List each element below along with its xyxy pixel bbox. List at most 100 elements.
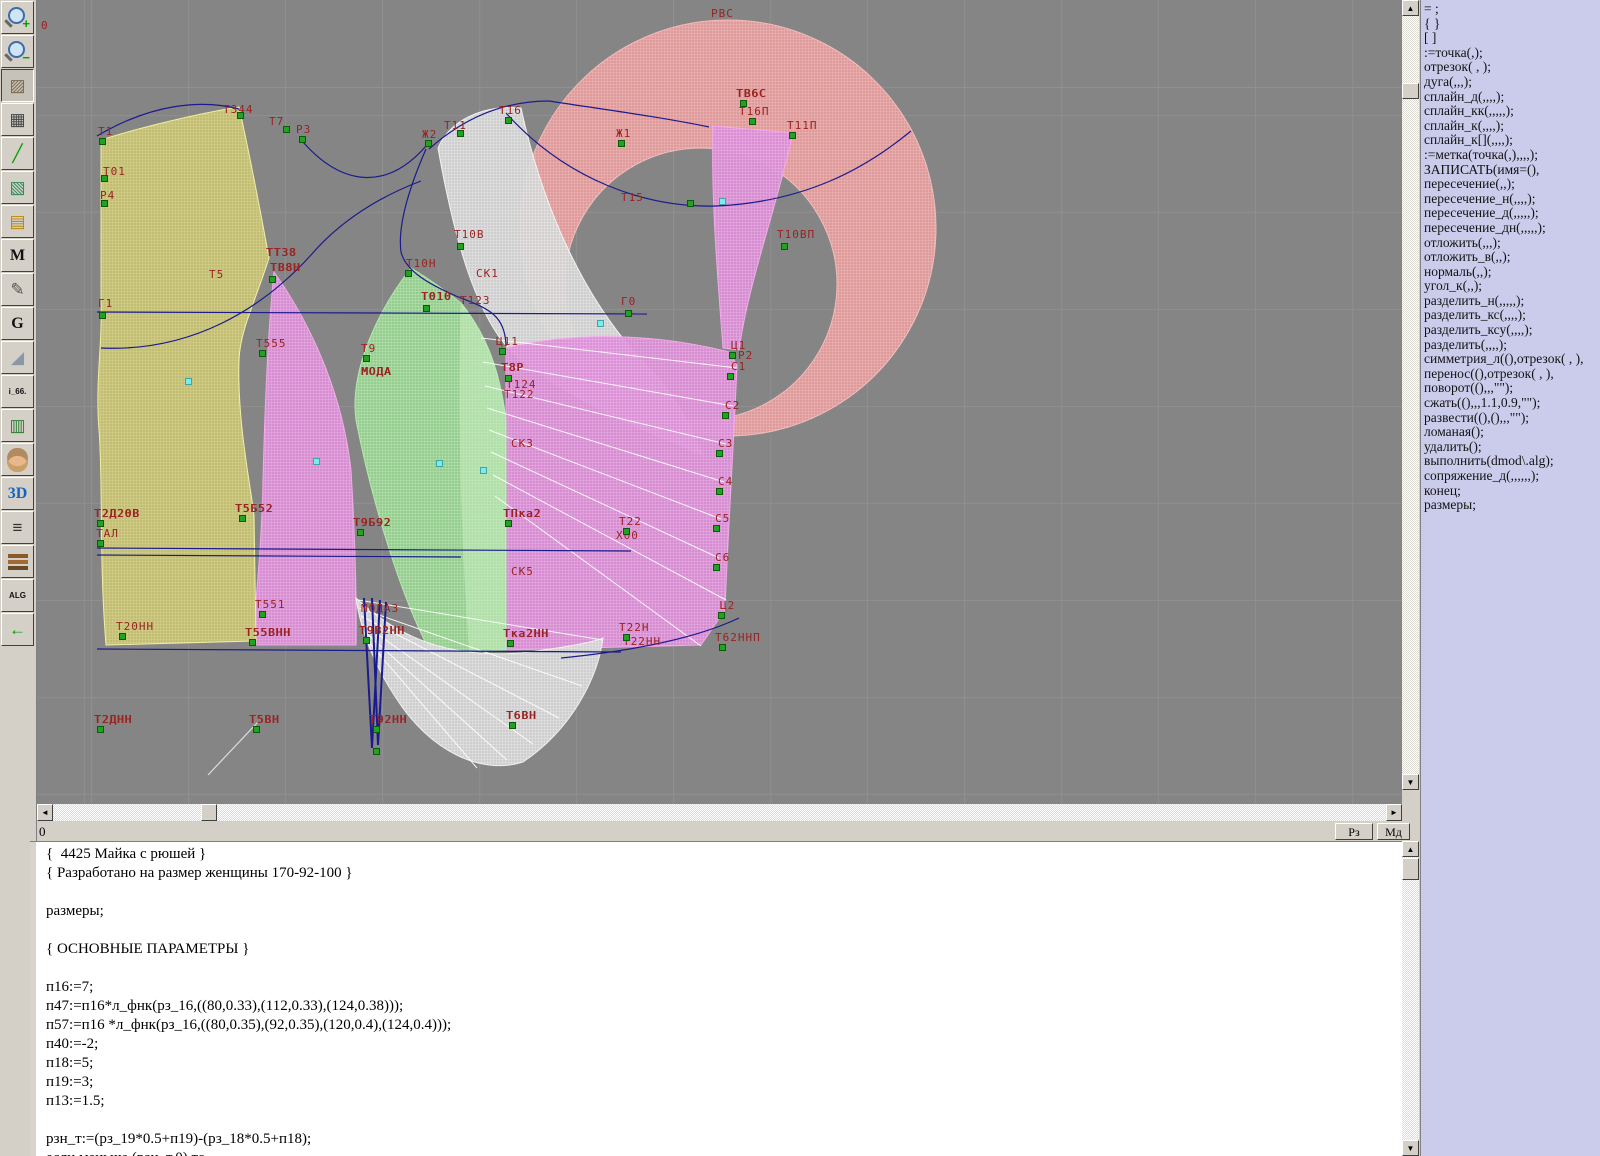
spreadsheet-icon[interactable]: ▥ <box>1 409 34 442</box>
command-item[interactable]: :=метка(точка(,),,,,); <box>1424 148 1584 163</box>
point-marker[interactable] <box>457 243 464 250</box>
selected-point-marker[interactable] <box>597 320 604 327</box>
point-marker[interactable] <box>299 136 306 143</box>
selected-point-marker[interactable] <box>313 458 320 465</box>
point-marker[interactable] <box>719 644 726 651</box>
canvas-hscrollbar[interactable]: ◄ ► <box>37 804 1402 821</box>
command-item[interactable]: разделить(,,,,); <box>1424 338 1584 353</box>
drafting-tools-icon[interactable]: ✎ <box>1 273 34 306</box>
point-marker[interactable] <box>623 634 630 641</box>
command-item[interactable]: сопряжение_д(,,,,,,); <box>1424 469 1584 484</box>
point-marker[interactable] <box>269 276 276 283</box>
point-marker[interactable] <box>249 639 256 646</box>
scroll-down-icon[interactable]: ▼ <box>1402 774 1419 790</box>
i66-icon[interactable]: i_66. <box>1 375 34 408</box>
point-marker[interactable] <box>789 132 796 139</box>
command-item[interactable]: симметрия_л((),отрезок( , ), <box>1424 352 1584 367</box>
point-marker[interactable] <box>99 312 106 319</box>
point-marker[interactable] <box>97 726 104 733</box>
command-item[interactable]: сжать((),,,1.1,0.9,""); <box>1424 396 1584 411</box>
point-marker[interactable] <box>253 726 260 733</box>
point-marker[interactable] <box>101 200 108 207</box>
point-marker[interactable] <box>749 118 756 125</box>
point-marker[interactable] <box>505 520 512 527</box>
command-item[interactable]: = ; <box>1424 2 1584 17</box>
command-item[interactable]: размеры; <box>1424 498 1584 513</box>
point-marker[interactable] <box>259 350 266 357</box>
command-item[interactable]: [ ] <box>1424 31 1584 46</box>
measure-segment-icon[interactable]: ╱ <box>1 137 34 170</box>
point-marker[interactable] <box>618 140 625 147</box>
command-item[interactable]: отрезок( , ); <box>1424 60 1584 75</box>
command-item[interactable]: пересечение_н(,,,,); <box>1424 192 1584 207</box>
selected-point-marker[interactable] <box>480 467 487 474</box>
command-item[interactable]: отложить(,,,); <box>1424 236 1584 251</box>
zoom-out-icon[interactable]: − <box>1 35 34 68</box>
command-item[interactable]: дуга(,,,); <box>1424 75 1584 90</box>
point-marker[interactable] <box>97 540 104 547</box>
point-marker[interactable] <box>357 529 364 536</box>
image-icon[interactable]: ▧ <box>1 171 34 204</box>
exit-icon[interactable]: ← <box>1 613 34 646</box>
point-marker[interactable] <box>101 175 108 182</box>
point-marker[interactable] <box>687 200 694 207</box>
point-marker[interactable] <box>97 520 104 527</box>
command-item[interactable]: сплайн_к(,,,,); <box>1424 119 1584 134</box>
point-marker[interactable] <box>716 488 723 495</box>
point-marker[interactable] <box>119 633 126 640</box>
command-item[interactable]: разделить_кс(,,,,); <box>1424 308 1584 323</box>
point-marker[interactable] <box>625 310 632 317</box>
point-marker[interactable] <box>363 355 370 362</box>
command-item[interactable]: ломаная(); <box>1424 425 1584 440</box>
canvas-vscrollbar[interactable]: ▲ ▼ <box>1402 0 1419 790</box>
editor-vscrollbar[interactable]: ▲ ▼ <box>1402 841 1419 1156</box>
point-marker[interactable] <box>716 450 723 457</box>
command-item[interactable]: пересечение_д(,,,,,); <box>1424 206 1584 221</box>
command-item[interactable]: пересечение(,,); <box>1424 177 1584 192</box>
point-marker[interactable] <box>509 722 516 729</box>
m-letter-icon[interactable]: M <box>1 239 34 272</box>
command-item[interactable]: пересечение_дн(,,,,,); <box>1424 221 1584 236</box>
point-marker[interactable] <box>99 138 106 145</box>
command-item[interactable]: сплайн_к[](,,,,); <box>1424 133 1584 148</box>
point-marker[interactable] <box>237 112 244 119</box>
point-marker[interactable] <box>405 270 412 277</box>
point-marker[interactable] <box>283 126 290 133</box>
command-item[interactable]: поворот((),,,""); <box>1424 381 1584 396</box>
point-marker[interactable] <box>259 611 266 618</box>
point-marker[interactable] <box>373 726 380 733</box>
command-item[interactable]: выполнить(dmod\.alg); <box>1424 454 1584 469</box>
command-item[interactable]: нормаль(,,); <box>1424 265 1584 280</box>
command-item[interactable]: перенос((),отрезок( , ), <box>1424 367 1584 382</box>
drawing-canvas[interactable]: 0Т1Т01Р4Т344Т7Р3Ж2Т11Т16Ж1Т15РВСТВ6СТ16П… <box>37 0 1402 805</box>
threed-icon[interactable]: 3D <box>1 477 34 510</box>
command-item[interactable]: угол_к(,,); <box>1424 279 1584 294</box>
scroll-up-icon[interactable]: ▲ <box>1402 0 1419 16</box>
code-editor[interactable]: { 4425 Майка с рюшей }{ Разработано на р… <box>30 841 1402 1156</box>
point-marker[interactable] <box>363 637 370 644</box>
pattern-piece-icon[interactable]: ▤ <box>1 205 34 238</box>
point-marker[interactable] <box>423 305 430 312</box>
list-doc-icon[interactable]: ≡ <box>1 511 34 544</box>
pattern-zoom-icon[interactable]: ▨ <box>1 69 34 102</box>
command-item[interactable]: разделить_н(,,,,,); <box>1424 294 1584 309</box>
scroll-right-icon[interactable]: ► <box>1386 804 1402 821</box>
scroll-thumb[interactable] <box>201 804 217 821</box>
point-marker[interactable] <box>781 243 788 250</box>
point-marker[interactable] <box>623 528 630 535</box>
command-item[interactable]: конец; <box>1424 484 1584 499</box>
command-item[interactable]: { } <box>1424 17 1584 32</box>
alg-doc-icon[interactable]: ALG <box>1 579 34 612</box>
command-item[interactable]: ЗАПИСАТЬ(имя=(), <box>1424 163 1584 178</box>
scroll-thumb[interactable] <box>1402 83 1419 99</box>
point-marker[interactable] <box>713 525 720 532</box>
point-marker[interactable] <box>457 130 464 137</box>
command-item[interactable]: :=точка(,); <box>1424 46 1584 61</box>
point-marker[interactable] <box>505 117 512 124</box>
point-marker[interactable] <box>722 412 729 419</box>
selected-point-marker[interactable] <box>185 378 192 385</box>
point-marker[interactable] <box>425 140 432 147</box>
portrait-icon[interactable] <box>1 443 34 476</box>
point-marker[interactable] <box>373 748 380 755</box>
point-marker[interactable] <box>239 515 246 522</box>
